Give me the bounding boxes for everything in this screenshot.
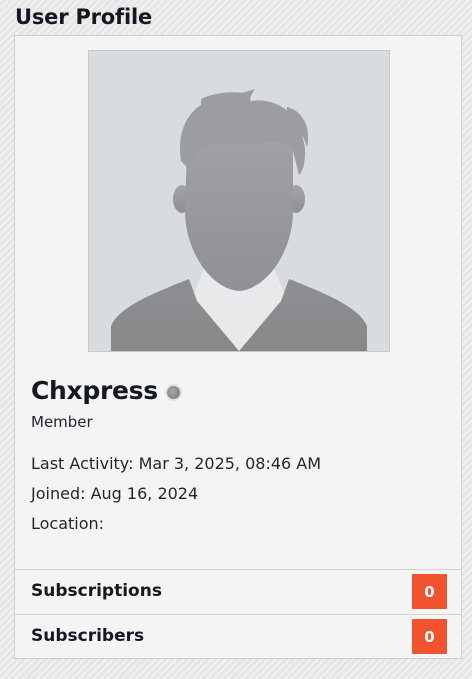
stat-row-subscribers[interactable]: Subscribers 0 <box>15 614 461 658</box>
subscriptions-count-badge[interactable]: 0 <box>412 574 447 609</box>
username[interactable]: Chxpress <box>31 376 158 405</box>
last-activity-value: Mar 3, 2025, 08:46 AM <box>138 454 322 473</box>
joined-value: Aug 16, 2024 <box>90 484 199 503</box>
section-title: User Profile <box>15 5 153 29</box>
location-label: Location: <box>31 514 105 533</box>
stat-row-subscriptions[interactable]: Subscriptions 0 <box>15 569 461 613</box>
username-row: Chxpress <box>31 376 180 405</box>
subscribers-count-badge[interactable]: 0 <box>412 619 447 654</box>
joined-date: Joined: Aug 16, 2024 <box>31 484 198 503</box>
subscribers-label: Subscribers <box>31 626 145 646</box>
subscriptions-label: Subscriptions <box>31 581 162 601</box>
user-role: Member <box>31 413 93 431</box>
last-activity-label: Last Activity: <box>31 454 134 473</box>
avatar[interactable] <box>88 50 390 352</box>
location: Location: <box>31 514 104 533</box>
default-user-avatar-icon <box>89 51 389 351</box>
profile-card: Chxpress Member Last Activity: Mar 3, 20… <box>14 35 462 659</box>
joined-label: Joined: <box>31 484 86 503</box>
last-activity: Last Activity: Mar 3, 2025, 08:46 AM <box>31 454 321 473</box>
offline-status-icon <box>166 385 180 399</box>
